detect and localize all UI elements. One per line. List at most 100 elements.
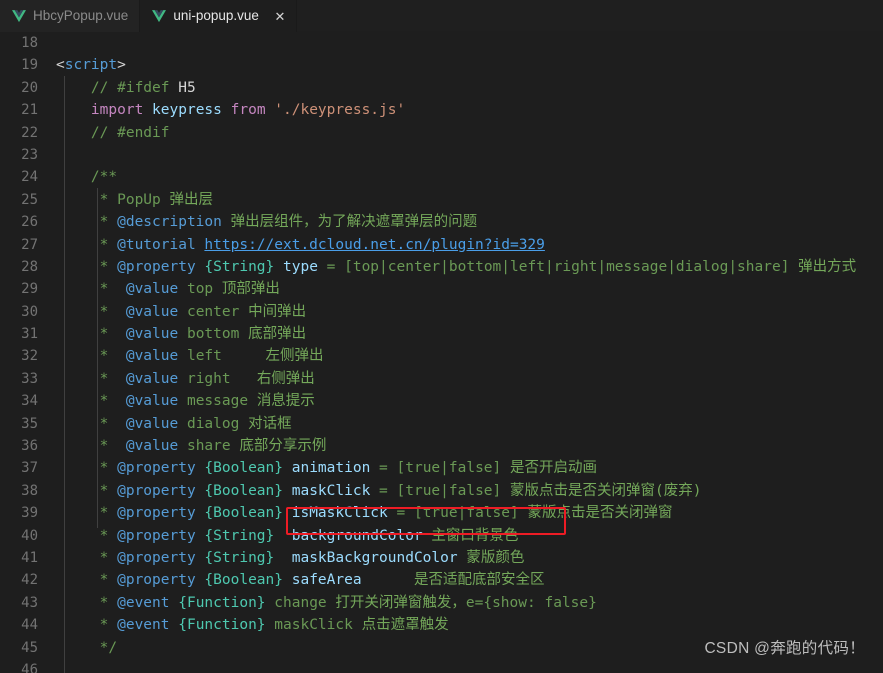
code-line: 33 * @value right 右侧弹出 [0, 368, 883, 390]
line-content: * @value share 底部分享示例 [56, 438, 327, 455]
vue-file-icon [12, 9, 26, 22]
line-content: * @property {String} maskBackgroundColor… [56, 549, 525, 566]
line-number: 20 [21, 79, 38, 96]
code-line-highlighted: 40 * @property {String} backgroundColor … [0, 525, 883, 547]
line-content: * @event {Function} change 打开关闭弹窗触发，e={s… [56, 594, 597, 611]
line-number: 22 [21, 124, 38, 141]
line-content: * @tutorial https://ext.dcloud.net.cn/pl… [56, 236, 545, 253]
code-line: 44 * @event {Function} maskClick 点击遮罩触发 [0, 614, 883, 636]
line-number: 35 [21, 415, 38, 432]
line-number: 25 [21, 191, 38, 208]
code-line: 26 * @description 弹出层组件，为了解决遮罩弹层的问题 [0, 211, 883, 233]
line-number: 24 [21, 169, 38, 186]
code-line: 27 * @tutorial https://ext.dcloud.net.cn… [0, 234, 883, 256]
line-content: * @value dialog 对话框 [56, 415, 292, 432]
code-lines: 18 19 <script> 20 // #ifdef H5 21 import … [0, 32, 883, 673]
line-number: 43 [21, 594, 38, 611]
line-number: 34 [21, 393, 38, 410]
line-content: * @value center 中间弹出 [56, 303, 307, 320]
line-number: 29 [21, 281, 38, 298]
line-number: 36 [21, 438, 38, 455]
line-number: 41 [21, 549, 38, 566]
code-line: 25 * PopUp 弹出层 [0, 189, 883, 211]
highlighted-property-name: backgroundColor [291, 527, 423, 544]
line-content: * @property {String} type = [top|center|… [56, 258, 857, 275]
line-number: 21 [21, 102, 38, 119]
code-line: 20 // #ifdef H5 [0, 77, 883, 99]
code-line: 42 * @property {Boolean} safeArea 是否适配底部… [0, 569, 883, 591]
line-number: 31 [21, 326, 38, 343]
line-number: 42 [21, 572, 38, 589]
line-content [47, 32, 883, 54]
line-content: // #endif [90, 124, 170, 141]
line-content: * @property {String} backgroundColor 主窗口… [56, 527, 519, 544]
code-line: 35 * @value dialog 对话框 [0, 413, 883, 435]
line-content: // #ifdef H5 [90, 79, 196, 96]
line-content [47, 144, 883, 166]
line-content: * @property {Boolean} animation = [true|… [56, 460, 598, 477]
code-line: 18 [0, 32, 883, 54]
line-content: * @event {Function} maskClick 点击遮罩触发 [56, 617, 449, 634]
line-content [47, 659, 883, 673]
line-content: * @value bottom 底部弹出 [56, 326, 307, 343]
code-line: 32 * @value left 左侧弹出 [0, 345, 883, 367]
code-line: 36 * @value share 底部分享示例 [0, 435, 883, 457]
editor-tab-bar: HbcyPopup.vue uni-popup.vue ✕ [0, 0, 883, 32]
line-content: * @description 弹出层组件，为了解决遮罩弹层的问题 [56, 214, 478, 231]
code-line: 24 /** [0, 166, 883, 188]
line-content: * @value left 左侧弹出 [56, 348, 324, 365]
line-number: 39 [21, 505, 38, 522]
doc-url-link[interactable]: https://ext.dcloud.net.cn/plugin?id=329 [204, 237, 544, 253]
code-line: 29 * @value top 顶部弹出 [0, 278, 883, 300]
code-line: 39 * @property {Boolean} isMaskClick = [… [0, 502, 883, 524]
code-line: 30 * @value center 中间弹出 [0, 301, 883, 323]
tab-hbcypopup-vue[interactable]: HbcyPopup.vue [0, 0, 141, 32]
highlighted-property-desc: 主窗口背景色 [431, 527, 519, 544]
line-number: 28 [21, 258, 38, 275]
line-content: * @value top 顶部弹出 [56, 281, 280, 298]
line-content: import keypress from './keypress.js' [90, 102, 406, 119]
tab-label: HbcyPopup.vue [33, 8, 129, 24]
code-line: 43 * @event {Function} change 打开关闭弹窗触发，e… [0, 592, 883, 614]
editor-code-pane[interactable]: 18 19 <script> 20 // #ifdef H5 21 import … [0, 32, 883, 673]
line-number: 38 [21, 482, 38, 499]
line-number: 44 [21, 617, 38, 634]
line-content: /** [90, 169, 118, 186]
csdn-watermark: CSDN @奔跑的代码！ [704, 640, 865, 657]
line-number: 19 [21, 57, 38, 74]
line-number: 23 [21, 146, 38, 163]
line-content: * @value right 右侧弹出 [56, 370, 315, 387]
code-line: 28 * @property {String} type = [top|cent… [0, 256, 883, 278]
code-line: 41 * @property {String} maskBackgroundCo… [0, 547, 883, 569]
tab-uni-popup-vue[interactable]: uni-popup.vue ✕ [140, 0, 297, 32]
line-content: * PopUp 弹出层 [56, 191, 213, 208]
code-line: 38 * @property {Boolean} maskClick = [tr… [0, 480, 883, 502]
line-number: 26 [21, 214, 38, 231]
code-line: 22 // #endif [0, 122, 883, 144]
line-number: 18 [21, 35, 38, 51]
code-line: 21 import keypress from './keypress.js' [0, 99, 883, 121]
line-content: * @value message 消息提示 [56, 393, 315, 410]
code-line: 19 <script> [0, 54, 883, 76]
code-line: 46 [0, 659, 883, 673]
line-content: <script> [56, 57, 126, 74]
code-line: 31 * @value bottom 底部弹出 [0, 323, 883, 345]
tab-bar-empty-space [296, 0, 883, 32]
line-number: 33 [21, 370, 38, 387]
code-line: 37 * @property {Boolean} animation = [tr… [0, 457, 883, 479]
code-line: 34 * @value message 消息提示 [0, 390, 883, 412]
code-editor-window: HbcyPopup.vue uni-popup.vue ✕ 18 19 <scri… [0, 0, 883, 673]
vue-file-icon [152, 9, 167, 22]
line-content: * @property {Boolean} isMaskClick = [tru… [56, 505, 673, 522]
tab-label: uni-popup.vue [173, 8, 259, 24]
line-content: * @property {Boolean} maskClick = [true|… [56, 482, 702, 499]
line-number: 46 [21, 661, 38, 673]
code-line: 23 [0, 144, 883, 166]
line-number: 40 [21, 527, 38, 544]
line-number: 27 [21, 236, 38, 253]
line-number: 32 [21, 348, 38, 365]
line-content: * @property {Boolean} safeArea 是否适配底部安全区 [56, 572, 545, 589]
close-icon[interactable]: ✕ [272, 8, 288, 24]
line-number: 30 [21, 303, 38, 320]
line-number: 45 [21, 639, 38, 656]
